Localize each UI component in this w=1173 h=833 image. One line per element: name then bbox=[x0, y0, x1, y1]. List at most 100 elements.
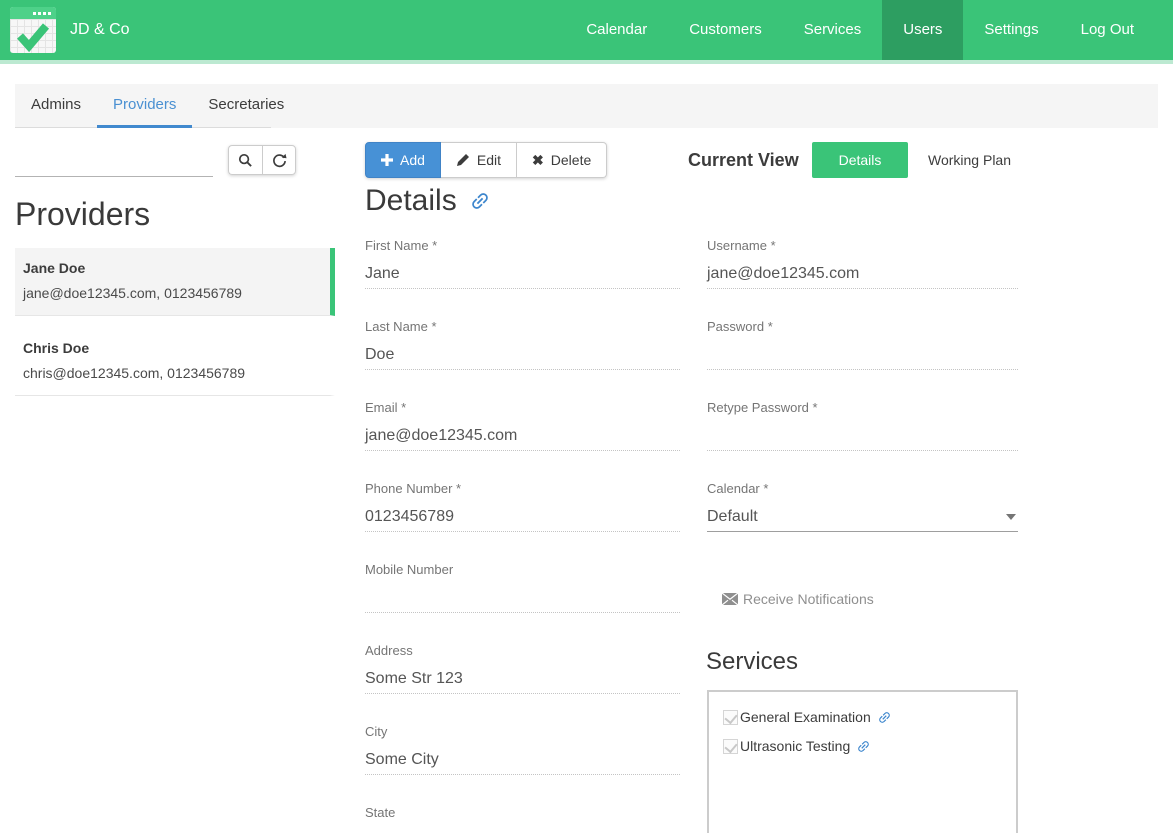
field-value: jane@doe12345.com bbox=[365, 422, 680, 451]
pencil-icon bbox=[456, 153, 470, 167]
tab-providers[interactable]: Providers bbox=[97, 84, 192, 128]
details-heading: Details bbox=[365, 184, 491, 218]
add-button-label: Add bbox=[400, 152, 425, 168]
field-label: First Name * bbox=[365, 238, 680, 256]
field-label: Phone Number * bbox=[365, 481, 680, 499]
logo-calendar-icon bbox=[10, 7, 56, 53]
provider-name: Jane Doe bbox=[23, 260, 318, 276]
nav-item-calendar[interactable]: Calendar bbox=[565, 0, 668, 60]
field-value bbox=[365, 584, 680, 613]
user-type-tabbar: Admins Providers Secretaries bbox=[15, 84, 1158, 128]
field-value bbox=[707, 422, 1018, 451]
link-icon[interactable] bbox=[877, 710, 892, 725]
refresh-button[interactable] bbox=[262, 145, 296, 175]
brand-title: JD & Co bbox=[70, 0, 130, 60]
link-icon[interactable] bbox=[464, 185, 495, 216]
field-first-name: First Name * Jane bbox=[365, 238, 680, 289]
details-view-button[interactable]: Details bbox=[812, 142, 908, 178]
field-email: Email * jane@doe12345.com bbox=[365, 400, 680, 451]
nav-item-customers[interactable]: Customers bbox=[668, 0, 783, 60]
user-type-tabs: Admins Providers Secretaries bbox=[15, 84, 300, 128]
logo-calendar-dots bbox=[33, 12, 36, 15]
provider-item-jane-doe[interactable]: Jane Doe jane@doe12345.com, 0123456789 bbox=[15, 248, 335, 316]
service-label: Ultrasonic Testing bbox=[740, 738, 850, 754]
field-address: Address Some Str 123 bbox=[365, 643, 680, 694]
field-label: Retype Password * bbox=[707, 400, 1018, 418]
field-retype-password: Retype Password * bbox=[707, 400, 1018, 451]
search-icon bbox=[238, 153, 253, 168]
nav-item-services[interactable]: Services bbox=[783, 0, 883, 60]
checkbox-check-icon bbox=[723, 739, 738, 754]
field-label: Password * bbox=[707, 319, 1018, 337]
working-plan-view-button[interactable]: Working Plan bbox=[918, 142, 1021, 178]
x-icon: ✖ bbox=[532, 153, 544, 167]
search-button[interactable] bbox=[228, 145, 262, 175]
field-value: Some Str 123 bbox=[365, 665, 680, 694]
field-city: City Some City bbox=[365, 724, 680, 775]
field-phone-number: Phone Number * 0123456789 bbox=[365, 481, 680, 532]
providers-heading: Providers bbox=[15, 196, 150, 233]
receive-notifications-toggle: Receive Notifications bbox=[722, 591, 874, 607]
caret-down-icon bbox=[1006, 514, 1016, 520]
record-toolbar: Add Edit ✖ Delete bbox=[365, 142, 607, 178]
field-value: Doe bbox=[365, 341, 680, 370]
field-value: Jane bbox=[365, 260, 680, 289]
field-value: 0123456789 bbox=[365, 503, 680, 532]
field-calendar: Calendar * Default bbox=[707, 481, 1018, 532]
current-view-label: Current View bbox=[688, 150, 799, 171]
receive-notifications-label: Receive Notifications bbox=[743, 591, 874, 607]
field-state: State bbox=[365, 805, 680, 833]
field-label: Email * bbox=[365, 400, 680, 418]
field-password: Password * bbox=[707, 319, 1018, 370]
field-last-name: Last Name * Doe bbox=[365, 319, 680, 370]
field-label: Last Name * bbox=[365, 319, 680, 337]
edit-button[interactable]: Edit bbox=[441, 142, 517, 178]
check-icon bbox=[13, 18, 53, 53]
field-label: Mobile Number bbox=[365, 562, 680, 580]
link-icon[interactable] bbox=[856, 739, 871, 754]
tab-admins[interactable]: Admins bbox=[15, 84, 97, 128]
tab-secretaries[interactable]: Secretaries bbox=[192, 84, 300, 128]
field-username: Username * jane@doe12345.com bbox=[707, 238, 1018, 289]
field-value: Some City bbox=[365, 746, 680, 775]
field-mobile-number: Mobile Number bbox=[365, 562, 680, 613]
provider-name: Chris Doe bbox=[23, 340, 318, 356]
delete-button[interactable]: ✖ Delete bbox=[517, 142, 607, 178]
calendar-select: Default bbox=[707, 503, 1018, 532]
search-input[interactable] bbox=[15, 150, 213, 177]
refresh-icon bbox=[272, 153, 287, 168]
service-item-ultrasonic-testing: Ultrasonic Testing bbox=[723, 738, 1002, 754]
service-label: General Examination bbox=[740, 709, 871, 725]
provider-details: jane@doe12345.com, 0123456789 bbox=[23, 285, 318, 301]
services-box: General Examination Ultrasonic Testing bbox=[707, 690, 1018, 833]
add-button[interactable]: Add bbox=[365, 142, 441, 178]
service-item-general-examination: General Examination bbox=[723, 709, 1002, 725]
nav-item-users[interactable]: Users bbox=[882, 0, 963, 60]
header-accent-strip bbox=[0, 60, 1173, 64]
field-label: State bbox=[365, 805, 680, 823]
filter-button-group bbox=[228, 145, 296, 175]
nav-item-log-out[interactable]: Log Out bbox=[1060, 0, 1155, 60]
field-value bbox=[365, 827, 680, 833]
app-header: JD & Co Calendar Customers Services User… bbox=[0, 0, 1173, 60]
plus-icon bbox=[381, 154, 393, 166]
provider-list: Jane Doe jane@doe12345.com, 0123456789 C… bbox=[15, 248, 335, 408]
edit-button-label: Edit bbox=[477, 152, 501, 168]
field-value bbox=[707, 341, 1018, 370]
field-label: Address bbox=[365, 643, 680, 661]
field-label: City bbox=[365, 724, 680, 742]
form-left-column: First Name * Jane Last Name * Doe Email … bbox=[365, 238, 680, 833]
delete-button-label: Delete bbox=[551, 152, 591, 168]
form-right-column: Username * jane@doe12345.com Password * … bbox=[707, 238, 1018, 562]
provider-item-chris-doe[interactable]: Chris Doe chris@doe12345.com, 0123456789 bbox=[15, 328, 335, 396]
field-label: Username * bbox=[707, 238, 1018, 256]
nav-item-settings[interactable]: Settings bbox=[963, 0, 1059, 60]
services-heading: Services bbox=[706, 648, 798, 676]
field-value: jane@doe12345.com bbox=[707, 260, 1018, 289]
details-heading-text: Details bbox=[365, 184, 457, 218]
field-label: Calendar * bbox=[707, 481, 1018, 499]
provider-details: chris@doe12345.com, 0123456789 bbox=[23, 365, 318, 381]
main-nav: Calendar Customers Services Users Settin… bbox=[565, 0, 1155, 60]
checkbox-check-icon bbox=[723, 710, 738, 725]
mail-icon bbox=[722, 593, 738, 605]
